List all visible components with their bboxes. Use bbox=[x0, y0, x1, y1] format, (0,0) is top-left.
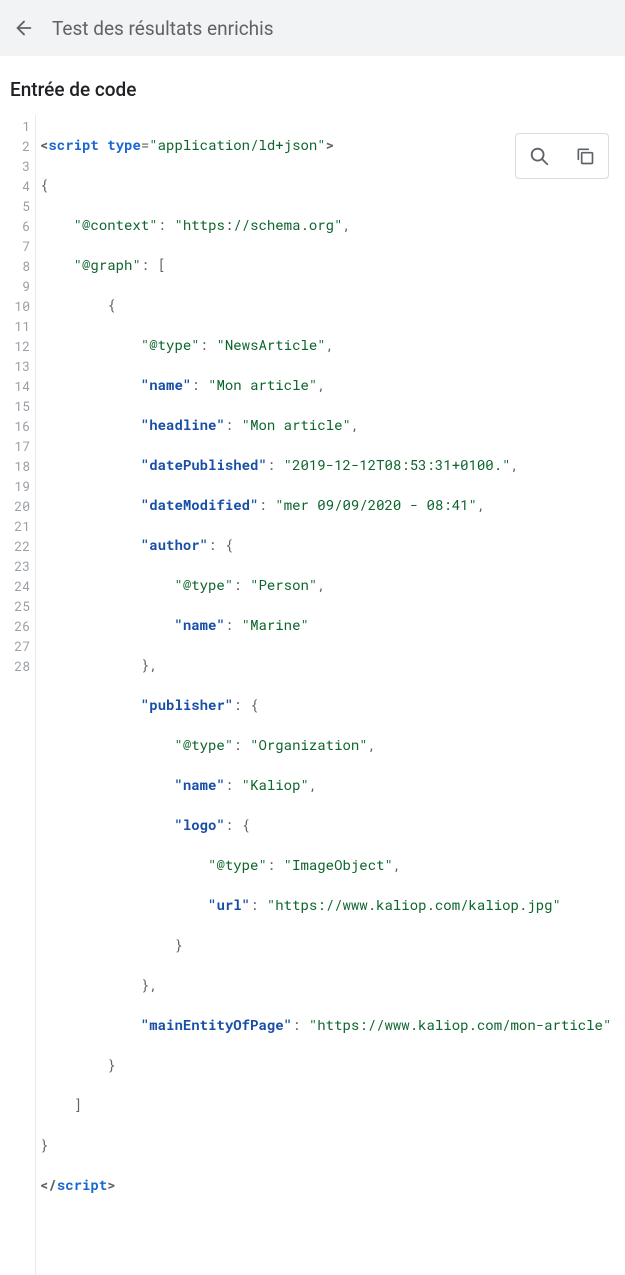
line-number: 13 bbox=[0, 356, 30, 376]
line-number: 1 bbox=[0, 116, 30, 136]
page-title: Test des résultats enrichis bbox=[52, 17, 274, 40]
code-line: { bbox=[40, 295, 611, 315]
back-button[interactable] bbox=[12, 16, 36, 40]
code-line: "name": "Marine" bbox=[40, 615, 611, 635]
code-line: "dateModified": "mer 09/09/2020 - 08:41"… bbox=[40, 495, 611, 515]
line-number: 23 bbox=[0, 556, 30, 576]
line-number: 19 bbox=[0, 476, 30, 496]
code-line: } bbox=[40, 1055, 611, 1075]
code-line: "@type": "Organization", bbox=[40, 735, 611, 755]
code-editor: 1 2 3 4 5 6 7 8 9 10 11 12 13 14 15 16 1… bbox=[0, 115, 625, 1275]
code-line: } bbox=[40, 935, 611, 955]
code-line bbox=[40, 1215, 611, 1235]
line-number: 14 bbox=[0, 376, 30, 396]
code-line: "headline": "Mon article", bbox=[40, 415, 611, 435]
line-number: 15 bbox=[0, 396, 30, 416]
line-number: 3 bbox=[0, 156, 30, 176]
line-number: 17 bbox=[0, 436, 30, 456]
code-line: } bbox=[40, 1135, 611, 1155]
code-line: "name": "Mon article", bbox=[40, 375, 611, 395]
line-number: 16 bbox=[0, 416, 30, 436]
copy-icon bbox=[575, 145, 595, 167]
line-number: 6 bbox=[0, 216, 30, 236]
line-number-gutter: 1 2 3 4 5 6 7 8 9 10 11 12 13 14 15 16 1… bbox=[0, 115, 36, 1275]
code-line: </script> bbox=[40, 1175, 611, 1195]
code-line: "@context": "https://schema.org", bbox=[40, 215, 611, 235]
line-number: 18 bbox=[0, 456, 30, 476]
code-line: "logo": { bbox=[40, 815, 611, 835]
line-number: 22 bbox=[0, 536, 30, 556]
code-action-toolbar bbox=[515, 133, 609, 179]
code-line: "publisher": { bbox=[40, 695, 611, 715]
code-line: "url": "https://www.kaliop.com/kaliop.jp… bbox=[40, 895, 611, 915]
code-line: "datePublished": "2019-12-12T08:53:31+01… bbox=[40, 455, 611, 475]
code-line: "@type": "Person", bbox=[40, 575, 611, 595]
line-number: 21 bbox=[0, 516, 30, 536]
code-line: "name": "Kaliop", bbox=[40, 775, 611, 795]
line-number: 28 bbox=[0, 656, 30, 676]
line-number: 5 bbox=[0, 196, 30, 216]
line-number: 25 bbox=[0, 596, 30, 616]
line-number: 11 bbox=[0, 316, 30, 336]
copy-code-button[interactable] bbox=[562, 134, 608, 178]
code-line: }, bbox=[40, 655, 611, 675]
code-line: "@graph": [ bbox=[40, 255, 611, 275]
code-body[interactable]: <script type="application/ld+json"> { "@… bbox=[36, 115, 611, 1275]
code-block[interactable]: 1 2 3 4 5 6 7 8 9 10 11 12 13 14 15 16 1… bbox=[0, 115, 625, 1275]
line-number: 20 bbox=[0, 496, 30, 516]
code-line: "mainEntityOfPage": "https://www.kaliop.… bbox=[40, 1015, 611, 1035]
line-number: 4 bbox=[0, 176, 30, 196]
code-line: }, bbox=[40, 975, 611, 995]
code-line: "author": { bbox=[40, 535, 611, 555]
code-line: "@type": "ImageObject", bbox=[40, 855, 611, 875]
line-number: 2 bbox=[0, 136, 30, 156]
line-number: 10 bbox=[0, 296, 30, 316]
code-line: "@type": "NewsArticle", bbox=[40, 335, 611, 355]
search-code-button[interactable] bbox=[516, 134, 562, 178]
line-number: 24 bbox=[0, 576, 30, 596]
line-number: 8 bbox=[0, 256, 30, 276]
line-number: 9 bbox=[0, 276, 30, 296]
line-number: 7 bbox=[0, 236, 30, 256]
line-number: 27 bbox=[0, 636, 30, 656]
search-icon bbox=[528, 145, 550, 167]
code-line: ] bbox=[40, 1095, 611, 1115]
arrow-back-icon bbox=[13, 17, 35, 39]
line-number: 26 bbox=[0, 616, 30, 636]
line-number: 12 bbox=[0, 336, 30, 356]
section-title: Entrée de code bbox=[0, 56, 625, 115]
app-header: Test des résultats enrichis bbox=[0, 0, 625, 56]
